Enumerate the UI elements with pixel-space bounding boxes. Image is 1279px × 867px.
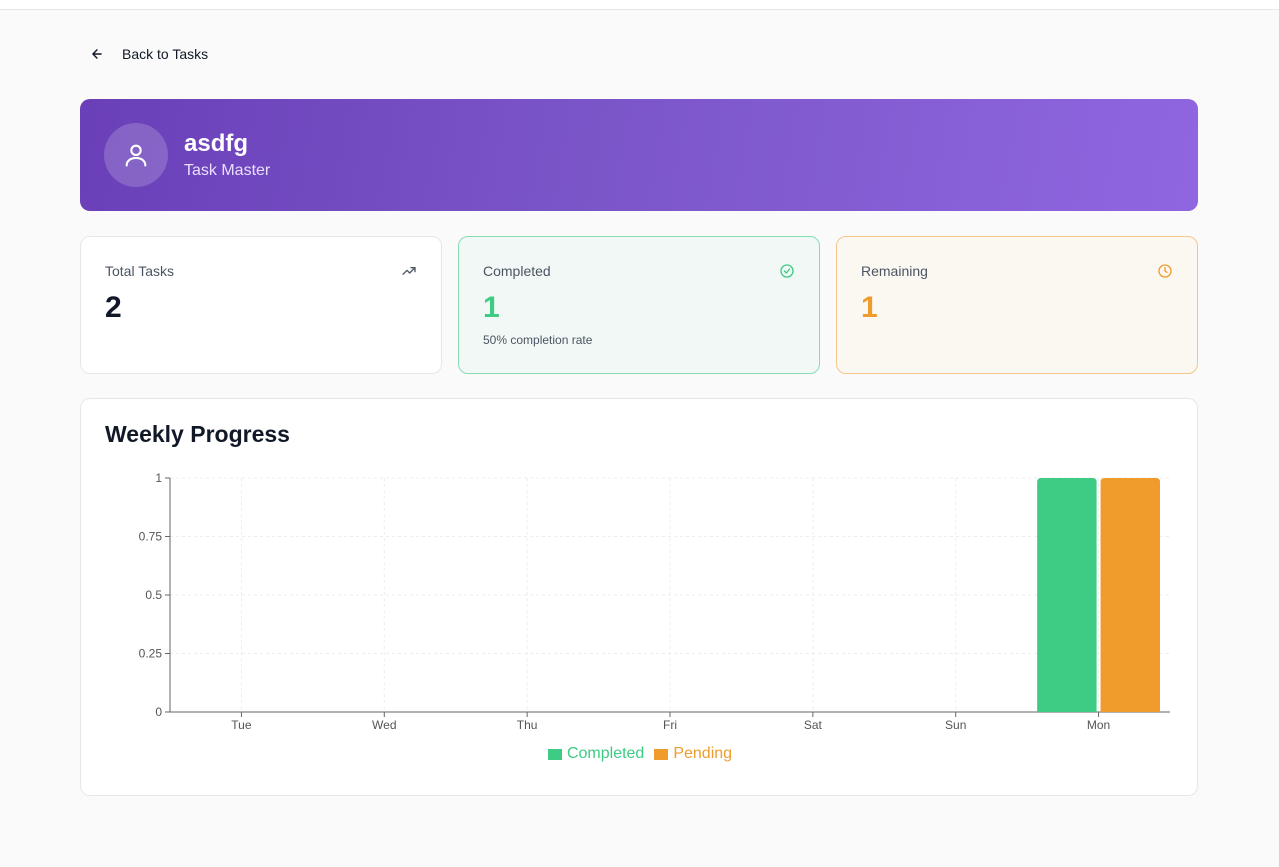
clock-icon xyxy=(1158,264,1172,278)
legend-label-pending: Pending xyxy=(673,745,733,762)
legend-label-completed: Completed xyxy=(566,745,645,762)
y-tick-label: 0.75 xyxy=(139,530,163,544)
x-tick-label: Sun xyxy=(945,718,966,732)
profile-role: Task Master xyxy=(184,162,271,179)
completed-value: 1 xyxy=(483,291,500,324)
remaining-label: Remaining xyxy=(861,263,928,279)
y-tick-label: 1 xyxy=(155,471,162,485)
y-tick-label: 0.25 xyxy=(139,647,163,661)
back-label: Back to Tasks xyxy=(122,46,209,62)
weekly-progress-card: Weekly Progress 0 0.25 0.5 0.75 1 Tue Wed Thu Fr… xyxy=(80,398,1198,796)
check-circle-icon xyxy=(780,264,794,278)
back-to-tasks-link[interactable]: Back to Tasks xyxy=(90,40,208,68)
profile-banner: asdfg Task Master xyxy=(80,99,1198,211)
x-tick-label: Tue xyxy=(231,718,252,732)
arrow-left-icon xyxy=(92,49,102,59)
total-tasks-value: 2 xyxy=(105,291,122,324)
x-tick-label: Sat xyxy=(804,718,823,732)
x-tick-label: Fri xyxy=(663,718,677,732)
avatar xyxy=(104,123,168,187)
completed-card: Completed 1 50% completion rate xyxy=(458,236,820,374)
x-tick-label: Wed xyxy=(372,718,396,732)
user-icon xyxy=(125,144,147,167)
legend-swatch-completed xyxy=(547,748,562,760)
y-tick-label: 0.5 xyxy=(145,588,162,602)
top-bar xyxy=(0,0,1279,10)
remaining-value: 1 xyxy=(861,291,878,324)
legend-item-completed[interactable]: Completed xyxy=(547,745,645,763)
bar-completed-mon xyxy=(1037,478,1097,712)
x-tick-label: Thu xyxy=(517,718,538,732)
bar-pending-mon xyxy=(1100,478,1160,712)
weekly-progress-chart: 0 0.25 0.5 0.75 1 Tue Wed Thu Fri Sat Sun Mon xyxy=(139,471,1170,732)
trending-up-icon xyxy=(402,267,416,275)
total-tasks-card: Total Tasks 2 xyxy=(80,236,442,374)
chart-legend: Completed Pending xyxy=(81,745,1199,763)
legend-swatch-pending xyxy=(654,748,669,760)
completed-label: Completed xyxy=(483,263,551,279)
legend-item-pending[interactable]: Pending xyxy=(654,745,732,763)
profile-name: asdfg xyxy=(184,130,249,157)
completion-rate: 50% completion rate xyxy=(483,333,593,347)
total-tasks-label: Total Tasks xyxy=(105,263,174,279)
remaining-card: Remaining 1 xyxy=(836,236,1198,374)
x-tick-label: Mon xyxy=(1087,718,1110,732)
y-tick-label: 0 xyxy=(155,705,162,719)
